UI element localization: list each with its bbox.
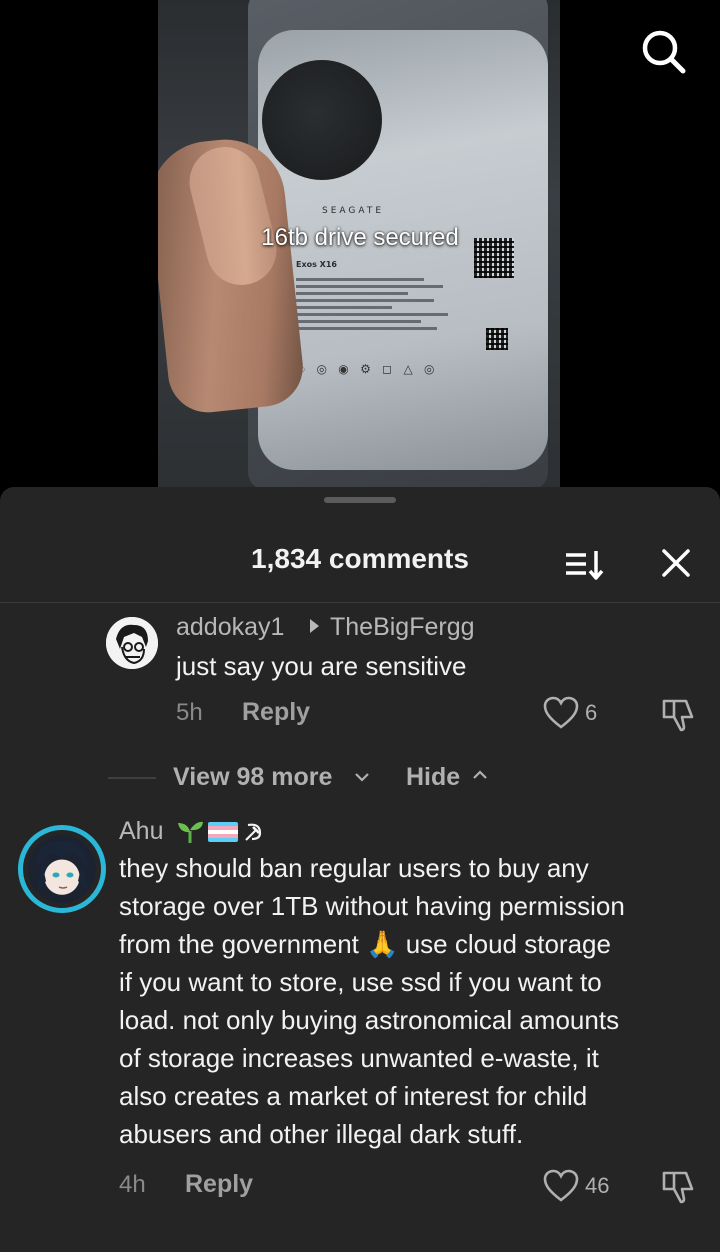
video-player[interactable]: SEAGATE Exos X16 ◌ ◎ ◉ ⚙ ◻ △ ◎ 16tb driv… xyxy=(0,0,720,490)
chevron-down-icon xyxy=(355,773,369,782)
reply-button[interactable]: Reply xyxy=(242,698,310,727)
reply-comment: addokay1 TheBigFergg just say you are se… xyxy=(0,603,720,743)
comment: Ahu they should ban regular users to buy… xyxy=(0,817,720,1247)
drive-brand: SEAGATE xyxy=(322,206,385,216)
like-button[interactable]: 46 xyxy=(543,1169,609,1203)
dislike-icon[interactable] xyxy=(660,697,696,733)
avatar-drawing xyxy=(106,617,158,669)
seedling-icon xyxy=(178,821,203,843)
hide-replies-button[interactable]: Hide xyxy=(406,763,460,792)
sort-icon[interactable] xyxy=(562,545,606,585)
like-count: 6 xyxy=(585,700,598,725)
avatar[interactable] xyxy=(106,617,158,669)
search-icon[interactable] xyxy=(638,26,688,76)
reply-target-username[interactable]: TheBigFergg xyxy=(330,613,475,642)
comment-text: just say you are sensitive xyxy=(176,651,467,681)
comment-username[interactable]: addokay1 xyxy=(176,613,284,642)
comments-header: 1,834 comments xyxy=(0,527,720,603)
certification-icons: ◌ ◎ ◉ ⚙ ◻ △ ◎ xyxy=(298,362,439,376)
chevron-up-icon xyxy=(473,770,487,779)
heart-icon xyxy=(543,1169,579,1202)
comment-time: 4h xyxy=(119,1171,146,1198)
avatar-image xyxy=(28,835,96,903)
arrow-right-icon xyxy=(310,619,319,633)
video-caption: 16tb drive secured xyxy=(261,224,459,251)
replies-divider xyxy=(108,777,156,779)
close-icon[interactable] xyxy=(654,541,698,585)
heart-icon xyxy=(543,696,579,729)
drive-label-lines xyxy=(296,278,456,334)
view-more-replies-button[interactable]: View 98 more xyxy=(173,763,332,792)
comment-text-line: abusers and other illegal dark stuff. xyxy=(119,1119,524,1149)
comment-text: they should ban regular users to buy any… xyxy=(119,849,704,1153)
like-count: 46 xyxy=(585,1173,610,1198)
replies-toggle: View 98 more Hide xyxy=(0,759,720,799)
drive-model: Exos X16 xyxy=(296,260,337,269)
comment-text-line: from the government 🙏 use cloud storage xyxy=(119,929,611,959)
comment-time: 5h xyxy=(176,699,203,726)
comment-text-line: of storage increases unwanted e-waste, i… xyxy=(119,1043,599,1073)
comment-username[interactable]: Ahu xyxy=(119,817,163,846)
like-button[interactable]: 6 xyxy=(543,696,597,730)
comment-count: 1,834 comments xyxy=(251,543,469,574)
reply-button[interactable]: Reply xyxy=(185,1170,253,1199)
trans-flag-icon xyxy=(208,822,238,842)
comment-text-line: they should ban regular users to buy any xyxy=(119,853,589,883)
comment-text-line: also creates a market of interest for ch… xyxy=(119,1081,588,1111)
dislike-icon[interactable] xyxy=(660,1169,696,1205)
drag-handle[interactable] xyxy=(324,497,396,503)
avatar-drawing xyxy=(36,840,90,895)
username-emojis xyxy=(176,819,264,845)
hammer-sickle-icon xyxy=(245,823,262,841)
avatar[interactable] xyxy=(18,825,106,913)
comment-text-line: storage over 1TB without having permissi… xyxy=(119,891,625,921)
qr-code-small xyxy=(486,328,508,350)
comment-text-line: load. not only buying astronomical amoun… xyxy=(119,1005,620,1035)
drive-label-circle xyxy=(262,60,382,180)
comments-sheet: 1,834 comments addokay1 TheBigFergg just… xyxy=(0,487,720,1252)
comment-text-line: if you want to store, use ssd if you wan… xyxy=(119,967,602,997)
